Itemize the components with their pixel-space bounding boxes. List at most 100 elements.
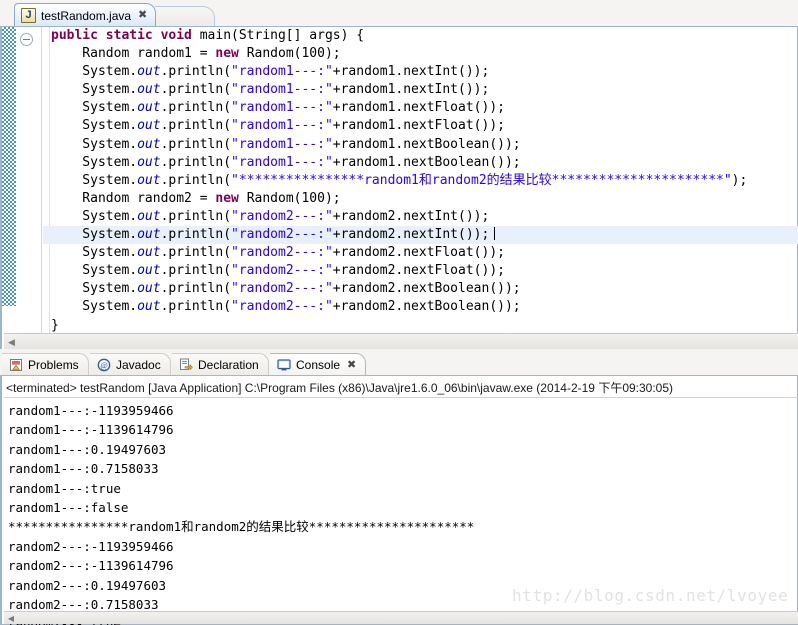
code-token-pln: +random2.nextBoolean()); bbox=[333, 281, 521, 296]
code-token-str: "random1---:" bbox=[231, 82, 333, 97]
annotation-ruler[interactable] bbox=[2, 27, 16, 349]
code-line[interactable]: System.out.println("random2---:"+random2… bbox=[43, 208, 798, 226]
scroll-left-arrow-icon[interactable]: ◀ bbox=[6, 336, 17, 348]
code-token-pln: System. bbox=[51, 100, 137, 115]
code-token-pln: .println( bbox=[161, 118, 231, 133]
code-token-str: "random2---:" bbox=[231, 299, 333, 314]
code-token-pln: main(String[] args) { bbox=[200, 28, 364, 43]
console-view[interactable]: <terminated> testRandom [Java Applicatio… bbox=[0, 376, 798, 625]
code-line[interactable]: System.out.println("random1---:"+random1… bbox=[43, 81, 798, 99]
editor-horizontal-scrollbar[interactable]: ◀ bbox=[4, 333, 798, 349]
code-token-pln: Random random1 = bbox=[51, 46, 215, 61]
code-token-pln: System. bbox=[51, 118, 137, 133]
code-token-pln: +random2.nextFloat()); bbox=[333, 245, 505, 260]
code-folding-column[interactable] bbox=[16, 27, 42, 349]
code-token-pln: System. bbox=[51, 227, 137, 242]
java-source-editor[interactable]: public static void main(String[] args) {… bbox=[0, 27, 798, 349]
console-output-line: random2---:-1193959466 bbox=[8, 537, 798, 556]
code-token-pln: System. bbox=[51, 263, 137, 278]
code-token-pln: .println( bbox=[161, 245, 231, 260]
close-icon[interactable]: ✖ bbox=[138, 10, 147, 21]
code-token-str: "random2---:" bbox=[231, 227, 333, 242]
code-token-pln: +random2.nextFloat()); bbox=[333, 263, 505, 278]
code-token-pln: .println( bbox=[161, 263, 231, 278]
console-output-line: ****************random1和random2的结果比较****… bbox=[8, 517, 798, 536]
editor-tab-label: testRandom.java bbox=[41, 9, 131, 23]
code-token-kw: new bbox=[215, 191, 246, 206]
code-token-fld: out bbox=[137, 281, 160, 296]
code-line[interactable]: Random random2 = new Random(100); bbox=[43, 190, 798, 208]
console-output-text: random1---:-1193959466random1---:-113961… bbox=[8, 401, 798, 625]
code-line[interactable]: System.out.println("random1---:"+random1… bbox=[43, 99, 798, 117]
editor-tab-strip: J testRandom.java ✖ bbox=[0, 0, 798, 27]
code-token-pln: .println( bbox=[161, 155, 231, 170]
tab-label: Problems bbox=[28, 358, 79, 372]
code-token-pln: Random random2 = bbox=[51, 191, 215, 206]
console-output-line: random1---:true bbox=[8, 479, 798, 498]
code-token-str: "random1---:" bbox=[231, 155, 333, 170]
code-line[interactable]: System.out.println("random2---:"+random2… bbox=[43, 298, 798, 316]
tab-javadoc[interactable]: @ Javadoc bbox=[90, 353, 171, 375]
console-horizontal-scrollbar[interactable]: ◀ bbox=[4, 611, 798, 624]
code-token-pln: System. bbox=[51, 209, 137, 224]
code-token-str: "random2---:" bbox=[231, 281, 333, 296]
code-token-fld: out bbox=[137, 173, 160, 188]
code-line[interactable]: System.out.println("random2---:"+random2… bbox=[43, 226, 798, 244]
code-line[interactable]: System.out.println("random1---:"+random1… bbox=[43, 117, 798, 135]
code-token-pln: +random2.nextInt()); bbox=[333, 227, 490, 242]
code-line[interactable]: } bbox=[43, 317, 798, 335]
console-scroll-left-arrow-icon[interactable]: ◀ bbox=[6, 613, 16, 624]
code-token-pln: +random1.nextBoolean()); bbox=[333, 137, 521, 152]
code-token-pln: System. bbox=[51, 281, 137, 296]
console-output-line: random1---:0.19497603 bbox=[8, 440, 798, 459]
tab-console[interactable]: Console ✖ bbox=[270, 353, 366, 375]
code-token-str: "random2---:" bbox=[231, 245, 333, 260]
code-line[interactable]: public static void main(String[] args) { bbox=[43, 27, 798, 45]
code-line[interactable]: System.out.println("random1---:"+random1… bbox=[43, 136, 798, 154]
code-token-pln: .println( bbox=[161, 137, 231, 152]
code-token-pln: +random1.nextInt()); bbox=[333, 64, 490, 79]
code-token-pln: .println( bbox=[161, 299, 231, 314]
text-caret bbox=[494, 227, 495, 240]
code-token-fld: out bbox=[137, 64, 160, 79]
code-line[interactable]: System.out.println("random1---:"+random1… bbox=[43, 154, 798, 172]
code-token-fld: out bbox=[137, 100, 160, 115]
code-token-pln: +random1.nextFloat()); bbox=[333, 100, 505, 115]
editor-tab-testrandom[interactable]: J testRandom.java ✖ bbox=[14, 3, 156, 27]
code-line[interactable]: Random random1 = new Random(100); bbox=[43, 45, 798, 63]
console-output-line: random1---:false bbox=[8, 498, 798, 517]
code-token-pln: System. bbox=[51, 137, 137, 152]
code-token-fld: out bbox=[137, 137, 160, 152]
code-line[interactable]: System.out.println("random1---:"+random1… bbox=[43, 63, 798, 81]
code-token-pln: .println( bbox=[161, 209, 231, 224]
code-line[interactable]: System.out.println("****************rand… bbox=[43, 172, 798, 190]
console-header-separator bbox=[4, 397, 798, 398]
javadoc-icon: @ bbox=[97, 358, 111, 372]
code-token-pln: System. bbox=[51, 82, 137, 97]
code-token-pln: .println( bbox=[161, 82, 231, 97]
tab-label: Console bbox=[296, 358, 340, 372]
code-token-pln: +random2.nextBoolean()); bbox=[333, 299, 521, 314]
tab-problems[interactable]: Problems bbox=[2, 353, 89, 375]
close-icon[interactable]: ✖ bbox=[347, 358, 356, 371]
code-token-kw: new bbox=[215, 46, 246, 61]
code-line[interactable]: System.out.println("random2---:"+random2… bbox=[43, 280, 798, 298]
console-output-line: random1---:-1139614796 bbox=[8, 420, 798, 439]
console-output-line: random2---:-1139614796 bbox=[8, 556, 798, 575]
tab-label: Javadoc bbox=[116, 358, 161, 372]
code-token-pln: System. bbox=[51, 155, 137, 170]
code-token-str: "random1---:" bbox=[231, 118, 333, 133]
fold-collapse-icon[interactable] bbox=[20, 33, 33, 46]
code-token-fld: out bbox=[137, 209, 160, 224]
code-token-str: "random1---:" bbox=[231, 64, 333, 79]
code-token-pln: } bbox=[51, 318, 59, 333]
code-token-fld: out bbox=[137, 227, 160, 242]
code-line[interactable]: System.out.println("random2---:"+random2… bbox=[43, 244, 798, 262]
code-text-area[interactable]: public static void main(String[] args) {… bbox=[43, 27, 798, 349]
console-output-line: random1---:0.7158033 bbox=[8, 459, 798, 478]
code-token-fld: out bbox=[137, 263, 160, 278]
code-token-pln: +random1.nextBoolean()); bbox=[333, 155, 521, 170]
code-line[interactable]: System.out.println("random2---:"+random2… bbox=[43, 262, 798, 280]
code-token-str: "random2---:" bbox=[231, 263, 333, 278]
tab-declaration[interactable]: Declaration bbox=[172, 353, 269, 375]
